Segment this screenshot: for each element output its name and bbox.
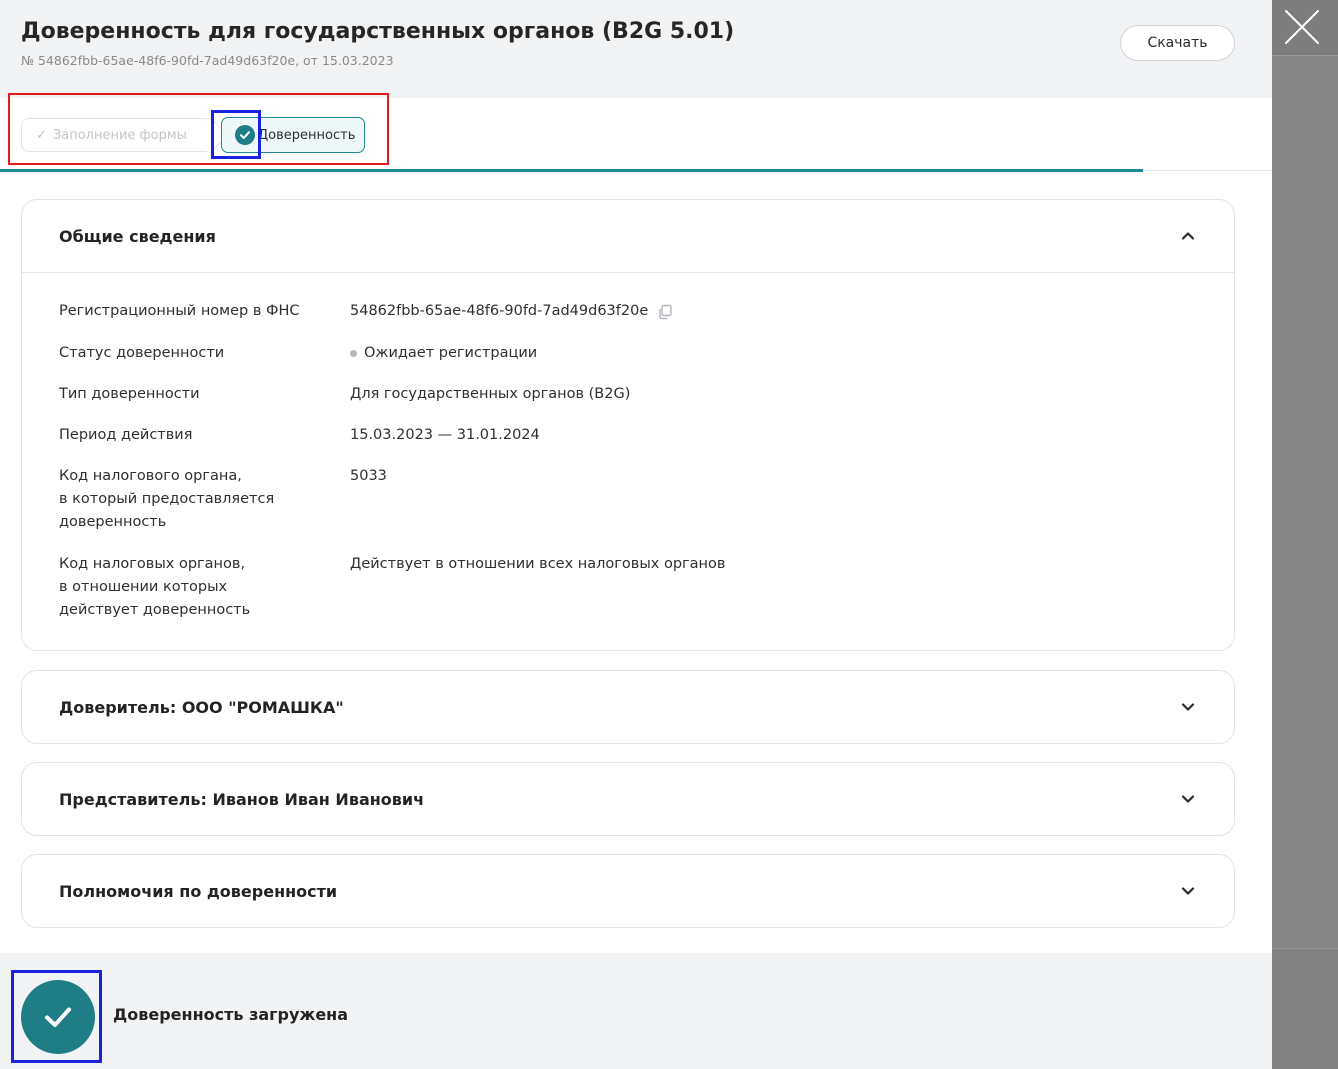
document-subtitle: № 54862fbb-65ae-48f6-90fd-7ad49d63f20e, …: [21, 53, 394, 68]
modal-backdrop: [1272, 0, 1338, 1069]
highlight-steps-box: [8, 93, 389, 165]
card-title: Представитель: Иванов Иван Иванович: [59, 789, 425, 809]
powers-card: Полномочия по доверенности: [21, 854, 1235, 928]
card-title: Доверитель: ООО "РОМАШКА": [59, 697, 344, 717]
chevron-up-icon[interactable]: [1178, 226, 1198, 246]
chevron-down-icon[interactable]: [1178, 881, 1198, 901]
row-value: 15.03.2023 — 31.01.2024: [350, 427, 540, 443]
side-panel: Доверенность для государственных органов…: [0, 0, 1272, 1069]
row-label: Регистрационный номер в ФНС: [59, 303, 300, 319]
close-icon[interactable]: [1282, 7, 1322, 47]
row-value: 5033: [350, 468, 387, 484]
row-value-wrapper: 54862fbb-65ae-48f6-90fd-7ad49d63f20e: [350, 300, 673, 323]
status-value: Ожидает регистрации: [364, 345, 538, 361]
general-info-card: Общие сведения Регистрационный номер в Ф…: [21, 199, 1235, 651]
row-label: Код налоговых органов, в отношении котор…: [59, 556, 251, 618]
card-title: Полномочия по доверенности: [59, 881, 338, 901]
highlight-step-icon-box: [211, 110, 261, 159]
row-value-wrapper: Ожидает регистрации: [350, 342, 537, 365]
steps-progress-line: [0, 169, 1143, 172]
card-title: Общие сведения: [59, 226, 216, 246]
status-dot-icon: [350, 350, 357, 357]
registration-number: 54862fbb-65ae-48f6-90fd-7ad49d63f20e: [350, 303, 649, 319]
representative-card: Представитель: Иванов Иван Иванович: [21, 762, 1235, 836]
representative-header[interactable]: Представитель: Иванов Иван Иванович: [22, 763, 1234, 835]
panel-header: Доверенность для государственных органов…: [0, 0, 1272, 98]
row-value: Действует в отношении всех налоговых орг…: [350, 556, 726, 572]
copy-icon[interactable]: [657, 304, 673, 320]
row-label: Код налогового органа, в который предост…: [59, 468, 275, 530]
row-label: Тип доверенности: [59, 386, 200, 402]
download-button[interactable]: Скачать: [1120, 25, 1235, 61]
powers-header[interactable]: Полномочия по доверенности: [22, 855, 1234, 927]
general-info-body: Регистрационный номер в ФНС 54862fbb-65a…: [22, 272, 1234, 650]
row-label: Статус доверенности: [59, 345, 225, 361]
row-label: Период действия: [59, 427, 193, 443]
chevron-down-icon[interactable]: [1178, 789, 1198, 809]
principal-header[interactable]: Доверитель: ООО "РОМАШКА": [22, 671, 1234, 743]
backdrop-bottom: [1272, 948, 1338, 1069]
page-title: Доверенность для государственных органов…: [21, 19, 735, 44]
general-info-header[interactable]: Общие сведения: [22, 200, 1234, 272]
chevron-down-icon[interactable]: [1178, 697, 1198, 717]
principal-card: Доверитель: ООО "РОМАШКА": [21, 670, 1235, 744]
success-message: Доверенность загружена: [113, 1005, 349, 1024]
highlight-success-icon-box: [11, 970, 102, 1063]
row-value: Для государственных органов (B2G): [350, 386, 631, 402]
